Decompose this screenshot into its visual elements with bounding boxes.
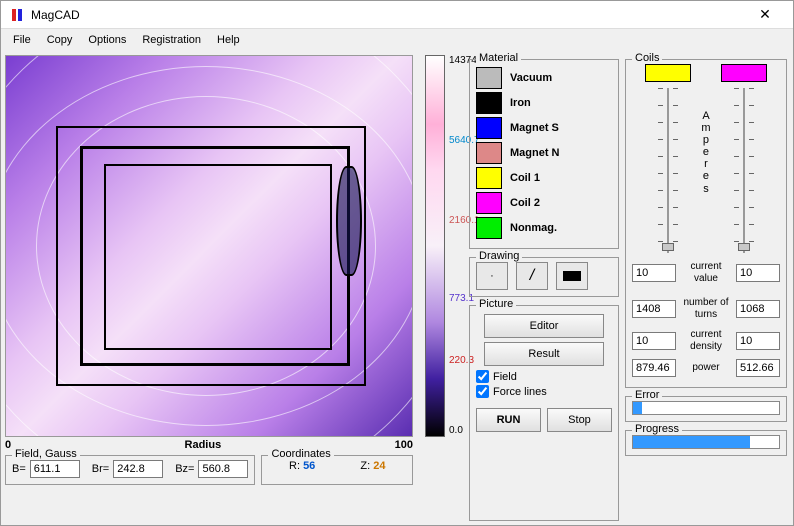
force-checkbox[interactable]: Force lines (476, 385, 612, 398)
bz-input[interactable] (198, 460, 248, 478)
picture-group: Picture Editor Result Field Force lines … (469, 305, 619, 521)
menu-file[interactable]: File (5, 32, 39, 48)
material-swatch (476, 92, 502, 114)
material-swatch (476, 217, 502, 239)
power-label: power (680, 362, 732, 374)
menu-options[interactable]: Options (80, 32, 134, 48)
coil1-slider[interactable] (658, 88, 678, 253)
menubar: File Copy Options Registration Help (1, 29, 793, 51)
p1-input[interactable] (632, 359, 676, 377)
material-label: Magnet N (510, 147, 560, 159)
material-label: Iron (510, 97, 531, 109)
material-label: Vacuum (510, 72, 552, 84)
material-label: Magnet S (510, 122, 559, 134)
coils-group: Coils Amperes (625, 59, 787, 388)
material-swatch (476, 142, 502, 164)
t2-input[interactable] (736, 300, 780, 318)
material-label: Nonmag. (510, 222, 557, 234)
field-legend: Field, Gauss (12, 448, 80, 460)
result-button[interactable]: Result (484, 342, 604, 366)
picture-legend: Picture (476, 298, 516, 310)
draw-rect-button[interactable] (556, 262, 588, 290)
current-value-label: current value (680, 261, 732, 285)
material-swatch (476, 192, 502, 214)
material-swatch (476, 167, 502, 189)
material-group: Material VacuumIronMagnet SMagnet NCoil … (469, 59, 619, 249)
density-label: current density (680, 329, 732, 353)
turns-label: number of turns (680, 297, 732, 321)
stop-button[interactable]: Stop (547, 408, 612, 432)
error-bar (632, 401, 780, 415)
color-scale: 14374.5 5640.7 2160.1 773.1 220.3 0.0 (419, 55, 463, 521)
amperes-label: Amperes (701, 110, 710, 195)
bz-label: Bz= (175, 463, 194, 475)
br-input[interactable] (113, 460, 163, 478)
draw-dot-button[interactable]: · (476, 262, 508, 290)
z-label: Z: (360, 460, 370, 472)
cv1-input[interactable] (632, 264, 676, 282)
material-item[interactable]: Coil 2 (476, 192, 612, 214)
progress-group: Progress (625, 430, 787, 456)
axis-max: 100 (395, 439, 413, 451)
material-item[interactable]: Magnet N (476, 142, 612, 164)
material-item[interactable]: Magnet S (476, 117, 612, 139)
d1-input[interactable] (632, 332, 676, 350)
titlebar: MagCAD ✕ (1, 1, 793, 29)
coils-legend: Coils (632, 52, 662, 64)
error-legend: Error (632, 389, 662, 401)
t1-input[interactable] (632, 300, 676, 318)
coil1-swatch (645, 64, 691, 82)
coords-legend: Coordinates (268, 448, 333, 460)
material-legend: Material (476, 52, 521, 64)
material-swatch (476, 67, 502, 89)
br-label: Br= (92, 463, 109, 475)
drawing-legend: Drawing (476, 250, 522, 262)
scale-tick: 0.0 (449, 425, 463, 436)
material-item[interactable]: Nonmag. (476, 217, 612, 239)
coil2-swatch (721, 64, 767, 82)
b-label: B= (12, 463, 26, 475)
close-button[interactable]: ✕ (745, 5, 785, 25)
b-input[interactable] (30, 460, 80, 478)
progress-legend: Progress (632, 423, 682, 435)
draw-line-button[interactable]: / (516, 262, 548, 290)
coords-group: Coordinates R: 56 Z: 24 (261, 455, 413, 485)
r-label: R: (289, 460, 300, 472)
r-value: 56 (303, 460, 315, 472)
simulation-canvas[interactable] (5, 55, 413, 437)
error-group: Error (625, 396, 787, 422)
d2-input[interactable] (736, 332, 780, 350)
menu-copy[interactable]: Copy (39, 32, 81, 48)
drawing-group: Drawing · / (469, 257, 619, 297)
material-item[interactable]: Iron (476, 92, 612, 114)
run-button[interactable]: RUN (476, 408, 541, 432)
menu-help[interactable]: Help (209, 32, 248, 48)
cv2-input[interactable] (736, 264, 780, 282)
coil2-slider[interactable] (734, 88, 754, 253)
material-item[interactable]: Coil 1 (476, 167, 612, 189)
material-item[interactable]: Vacuum (476, 67, 612, 89)
field-checkbox[interactable]: Field (476, 370, 612, 383)
material-label: Coil 1 (510, 172, 540, 184)
menu-registration[interactable]: Registration (134, 32, 209, 48)
app-icon (9, 7, 25, 23)
field-group: Field, Gauss B= Br= Bz= (5, 455, 255, 485)
app-window: MagCAD ✕ File Copy Options Registration … (0, 0, 794, 526)
material-swatch (476, 117, 502, 139)
editor-button[interactable]: Editor (484, 314, 604, 338)
window-title: MagCAD (31, 8, 745, 22)
progress-bar (632, 435, 780, 449)
scale-bar (425, 55, 445, 437)
z-value: 24 (373, 460, 385, 472)
p2-input[interactable] (736, 359, 780, 377)
material-label: Coil 2 (510, 197, 540, 209)
